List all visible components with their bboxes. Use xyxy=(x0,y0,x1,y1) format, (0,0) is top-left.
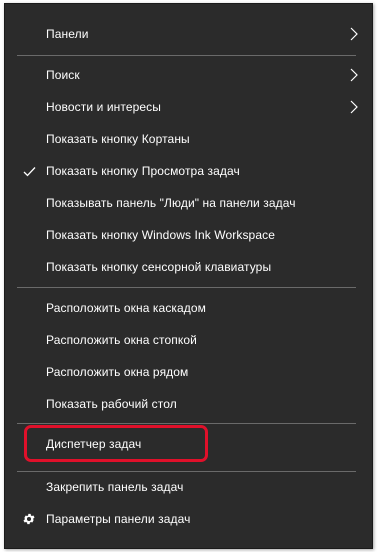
menu-item-label: Показать кнопку Windows Ink Workspace xyxy=(46,228,275,242)
menu-separator xyxy=(17,423,356,424)
menu-item-news-and-interests[interactable]: Новости и интересы xyxy=(5,91,372,123)
highlight-outline xyxy=(24,425,208,462)
menu-item-label: Показывать панель "Люди" на панели задач xyxy=(46,196,296,210)
menu-separator xyxy=(17,287,356,288)
menu-item-label: Показать кнопку Просмотра задач xyxy=(46,164,240,178)
menu-item-show-cortana-button[interactable]: Показать кнопку Кортаны xyxy=(5,123,372,155)
menu-item-show-people-on-taskbar[interactable]: Показывать панель "Люди" на панели задач xyxy=(5,187,372,219)
menu-item-panels[interactable]: Панели xyxy=(5,18,372,50)
menu-item-label: Панели xyxy=(46,27,89,41)
menu-item-cascade-windows[interactable]: Расположить окна каскадом xyxy=(5,292,372,324)
menu-item-label: Показать рабочий стол xyxy=(46,397,177,411)
menu-item-show-touch-keyboard-button[interactable]: Показать кнопку сенсорной клавиатуры xyxy=(5,251,372,283)
menu-item-side-by-side-windows[interactable]: Расположить окна рядом xyxy=(5,356,372,388)
menu-item-show-windows-ink-workspace-button[interactable]: Показать кнопку Windows Ink Workspace xyxy=(5,219,372,251)
menu-item-taskbar-settings[interactable]: Параметры панели задач xyxy=(5,503,372,535)
menu-item-label: Расположить окна стопкой xyxy=(46,333,197,347)
menu-item-show-desktop[interactable]: Показать рабочий стол xyxy=(5,388,372,420)
chevron-right-icon xyxy=(350,100,358,114)
taskbar-context-menu: Панели Поиск Новости и интересы Показать… xyxy=(4,3,373,549)
menu-item-search[interactable]: Поиск xyxy=(5,59,372,91)
menu-item-show-task-view-button[interactable]: Показать кнопку Просмотра задач xyxy=(5,155,372,187)
checkmark-icon xyxy=(22,164,36,178)
menu-item-label: Параметры панели задач xyxy=(46,512,191,526)
gear-icon xyxy=(22,512,36,526)
menu-item-label: Показать кнопку сенсорной клавиатуры xyxy=(46,260,272,274)
menu-item-label: Расположить окна каскадом xyxy=(46,301,207,315)
menu-item-label: Закрепить панель задач xyxy=(46,480,184,494)
menu-item-label: Новости и интересы xyxy=(46,100,161,114)
menu-item-label: Поиск xyxy=(46,68,80,82)
screenshot-frame: Панели Поиск Новости и интересы Показать… xyxy=(0,0,378,552)
menu-item-stack-windows[interactable]: Расположить окна стопкой xyxy=(5,324,372,356)
menu-item-lock-taskbar[interactable]: Закрепить панель задач xyxy=(5,471,372,503)
menu-item-label: Показать кнопку Кортаны xyxy=(46,132,190,146)
menu-item-label: Расположить окна рядом xyxy=(46,365,189,379)
menu-separator xyxy=(17,55,356,56)
chevron-right-icon xyxy=(350,68,358,82)
chevron-right-icon xyxy=(350,27,358,41)
